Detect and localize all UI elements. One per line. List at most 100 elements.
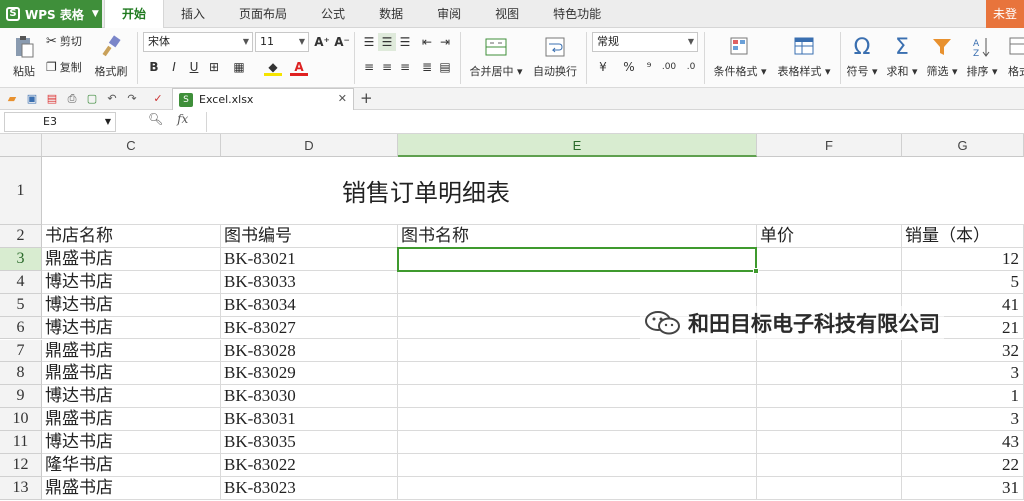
table-cell-name[interactable] <box>398 339 757 363</box>
select-all-corner[interactable] <box>0 134 42 157</box>
table-cell-store[interactable]: 鼎盛书店 <box>42 476 221 500</box>
border-button[interactable]: ⊞ <box>205 58 223 76</box>
menu-tab[interactable]: 数据 <box>362 0 420 28</box>
table-cell-store[interactable]: 鼎盛书店 <box>42 408 221 432</box>
save-icon[interactable]: ▣ <box>24 91 40 107</box>
italic-button[interactable]: I <box>165 58 183 76</box>
percent-button[interactable]: % <box>620 58 638 76</box>
tab-excel-xlsx[interactable]: S Excel.xlsx ✕ <box>172 88 354 110</box>
align-bottom-button[interactable]: ☰ <box>396 33 414 51</box>
table-cell-store[interactable]: 博达书店 <box>42 270 221 294</box>
table-cell-price[interactable] <box>757 476 902 500</box>
zoom-search-icon[interactable]: 🔍︎ <box>148 112 163 126</box>
sum-button[interactable]: Σ 求和 ▾ <box>884 32 920 82</box>
symbol-button[interactable]: Ω 符号 ▾ <box>844 32 880 82</box>
font-name-select[interactable]: 宋体 ▼ <box>143 32 253 52</box>
row-header[interactable]: 3 <box>0 247 42 271</box>
decrease-font-button[interactable]: A⁻ <box>333 33 351 51</box>
table-cell-price[interactable] <box>757 408 902 432</box>
table-cell-store[interactable]: 博达书店 <box>42 293 221 317</box>
header-cell[interactable]: 销量（本） <box>902 225 1024 248</box>
customize-quick-access-icon[interactable]: ✓ <box>150 91 166 107</box>
login-button[interactable]: 未登 <box>986 0 1024 28</box>
underline-button[interactable]: U <box>185 58 203 76</box>
format-painter-button[interactable]: 格式刷 <box>92 32 130 82</box>
table-cell-qty[interactable]: 3 <box>902 362 1024 386</box>
table-cell-store[interactable]: 博达书店 <box>42 431 221 454</box>
justify-button[interactable]: ≣ <box>418 58 436 76</box>
table-cell-price[interactable] <box>757 385 902 409</box>
table-cell-code[interactable]: BK-83031 <box>221 408 398 432</box>
table-cell-qty[interactable]: 12 <box>902 247 1024 271</box>
app-menu-button[interactable]: S WPS 表格 ▼ <box>0 0 102 28</box>
format-button[interactable]: 格式 <box>1004 32 1024 82</box>
table-cell-price[interactable] <box>757 362 902 386</box>
table-style-button[interactable]: 表格样式 ▾ <box>774 32 834 82</box>
table-cell-qty[interactable]: 3 <box>902 408 1024 432</box>
align-right-button[interactable]: ≡ <box>396 58 414 76</box>
cell-fill-button[interactable]: ▦ <box>230 58 248 76</box>
distributed-button[interactable]: ▤ <box>436 58 454 76</box>
filter-button[interactable]: 筛选 ▾ <box>924 32 960 82</box>
table-cell-qty[interactable]: 22 <box>902 454 1024 477</box>
indent-increase-button[interactable]: ⇥ <box>436 33 454 51</box>
header-cell[interactable]: 图书名称 <box>398 225 757 248</box>
redo-icon[interactable]: ↷ <box>124 91 140 107</box>
table-cell-code[interactable]: BK-83030 <box>221 385 398 409</box>
sort-button[interactable]: AZ 排序 ▾ <box>964 32 1000 82</box>
cut-button[interactable]: ✂ 剪切 <box>46 32 82 50</box>
increase-decimal-button[interactable]: .00 <box>660 58 678 76</box>
header-cell[interactable]: 书店名称 <box>42 225 221 248</box>
menu-tab[interactable]: 公式 <box>304 0 362 28</box>
row-header[interactable]: 5 <box>0 293 42 317</box>
new-tab-plus-icon[interactable]: + <box>360 89 373 107</box>
paste-button[interactable]: 粘贴 <box>6 32 42 82</box>
table-cell-code[interactable]: BK-83023 <box>221 476 398 500</box>
table-cell-store[interactable]: 鼎盛书店 <box>42 247 221 271</box>
column-header-e[interactable]: E <box>398 134 757 157</box>
menu-tab[interactable]: 开始 <box>104 0 165 28</box>
increase-font-button[interactable]: A⁺ <box>313 33 331 51</box>
column-header-c[interactable]: C <box>42 134 221 157</box>
table-cell-store[interactable]: 鼎盛书店 <box>42 362 221 386</box>
align-middle-button[interactable]: ☰ <box>378 33 396 51</box>
row-header[interactable]: 6 <box>0 316 42 340</box>
table-cell-name[interactable] <box>398 385 757 409</box>
row-header[interactable]: 12 <box>0 454 42 477</box>
formula-input[interactable] <box>206 112 1024 132</box>
conditional-format-button[interactable]: 条件格式 ▾ <box>710 32 770 82</box>
copy-button[interactable]: ❐ 复制 <box>46 58 82 76</box>
thousands-button[interactable]: ⁹ <box>640 58 658 76</box>
align-left-button[interactable]: ≡ <box>360 58 378 76</box>
open-folder-icon[interactable]: ▰ <box>4 91 20 107</box>
table-cell-code[interactable]: BK-83028 <box>221 339 398 363</box>
column-header-g[interactable]: G <box>902 134 1024 157</box>
table-cell-code[interactable]: BK-83034 <box>221 293 398 317</box>
table-cell-price[interactable] <box>757 247 902 271</box>
header-cell[interactable]: 单价 <box>757 225 902 248</box>
table-cell-price[interactable] <box>757 431 902 454</box>
merge-center-button[interactable]: 合并居中 ▾ <box>466 32 526 82</box>
decrease-decimal-button[interactable]: .0 <box>682 58 700 76</box>
font-color-button[interactable]: A <box>290 58 308 76</box>
row-header[interactable]: 11 <box>0 431 42 454</box>
table-cell-store[interactable]: 博达书店 <box>42 385 221 409</box>
table-cell-qty[interactable]: 5 <box>902 270 1024 294</box>
align-center-button[interactable]: ≡ <box>378 58 396 76</box>
table-cell-qty[interactable]: 1 <box>902 385 1024 409</box>
close-icon[interactable]: ✕ <box>338 92 347 105</box>
row-header[interactable]: 10 <box>0 408 42 432</box>
fill-handle[interactable] <box>753 267 759 274</box>
row-header[interactable]: 13 <box>0 476 42 500</box>
table-cell-qty[interactable]: 32 <box>902 339 1024 363</box>
align-top-button[interactable]: ☰ <box>360 33 378 51</box>
table-cell-store[interactable]: 隆华书店 <box>42 454 221 477</box>
print-icon[interactable]: ⎙ <box>64 91 80 107</box>
table-cell-store[interactable]: 鼎盛书店 <box>42 339 221 363</box>
menu-tab[interactable]: 页面布局 <box>222 0 304 28</box>
fx-icon[interactable]: fx <box>177 112 188 126</box>
table-cell-code[interactable]: BK-83027 <box>221 316 398 340</box>
font-size-select[interactable]: 11 ▼ <box>255 32 309 52</box>
row-header[interactable]: 9 <box>0 385 42 409</box>
print-preview-icon[interactable]: ▢ <box>84 91 100 107</box>
